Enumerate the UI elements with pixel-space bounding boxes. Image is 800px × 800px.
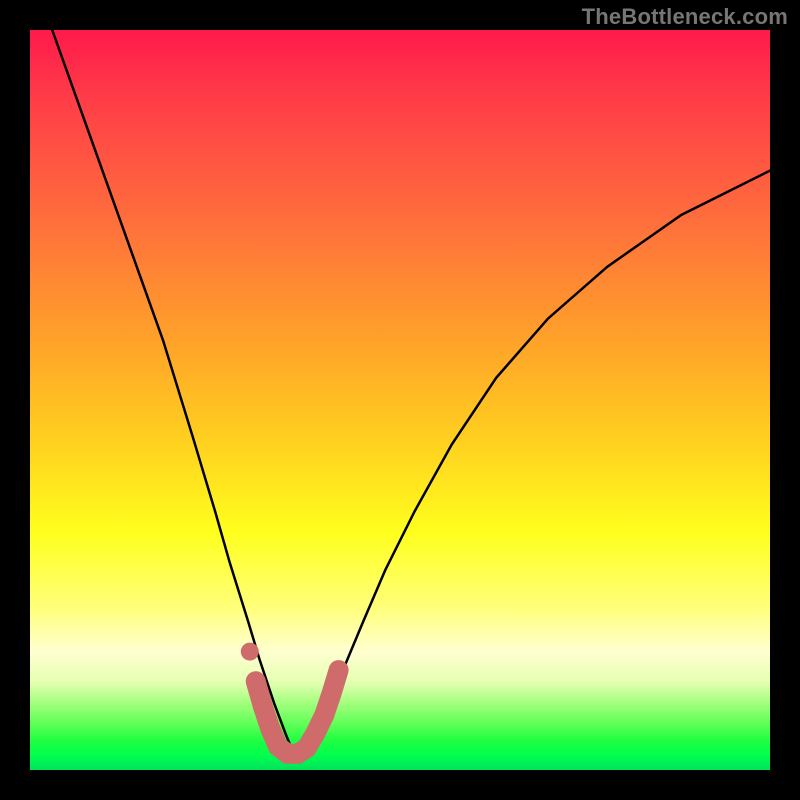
chart-frame: TheBottleneck.com xyxy=(0,0,800,800)
bottleneck-curve xyxy=(52,30,770,752)
chart-svg xyxy=(30,30,770,770)
watermark-label: TheBottleneck.com xyxy=(582,4,788,30)
plot-area xyxy=(30,30,770,770)
highlight-dot-icon xyxy=(241,643,259,661)
